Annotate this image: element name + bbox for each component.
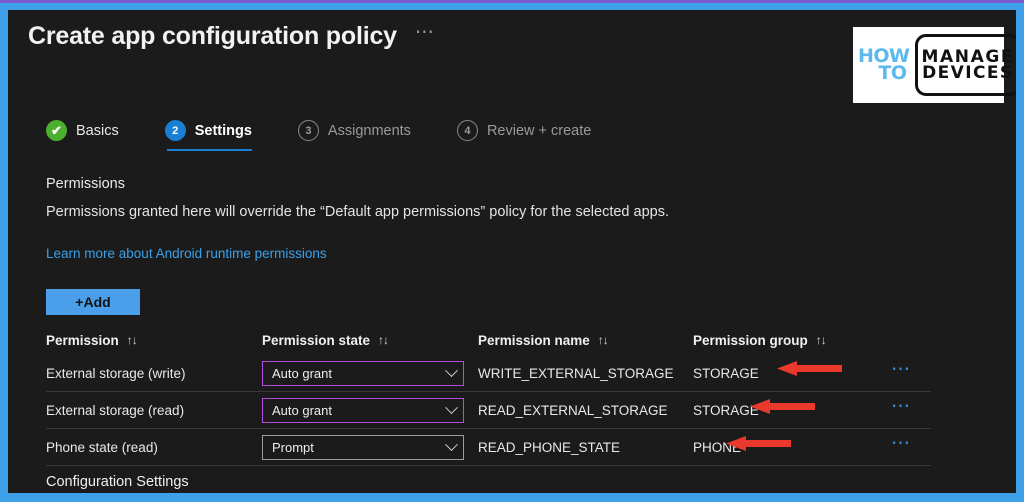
- permissions-heading: Permissions: [46, 176, 125, 192]
- table-row: External storage (write) Auto grant WRIT…: [46, 355, 931, 392]
- tab-settings[interactable]: 2 Settings: [141, 120, 274, 151]
- configuration-settings-heading: Configuration Settings: [46, 474, 189, 490]
- permission-state-value: Auto grant: [272, 402, 332, 418]
- cell-permission: External storage (read): [46, 402, 185, 418]
- sort-icon: ↑↓: [815, 333, 827, 347]
- permission-state-value: Auto grant: [272, 365, 332, 381]
- table-header-row: Permission ↑↓ Permission state ↑↓ Permis…: [46, 325, 931, 355]
- permission-state-select[interactable]: Prompt: [262, 434, 464, 460]
- add-button[interactable]: +Add: [46, 289, 140, 315]
- column-header-permission-label: Permission: [46, 332, 119, 348]
- logo-line-to: TO: [878, 62, 907, 84]
- logo-howto-text: HOW TO: [858, 46, 910, 84]
- step-number-2-icon: 2: [164, 120, 186, 141]
- active-tab-underline: [166, 149, 252, 151]
- permissions-description: Permissions granted here will override t…: [46, 204, 669, 220]
- tab-basics-label: Basics: [76, 122, 119, 139]
- page-frame: Create app configuration policy ⋯ HOW TO…: [0, 0, 1024, 502]
- ellipsis-horizontal-icon[interactable]: ⋯: [415, 23, 436, 45]
- cell-permission-group: PHONE: [693, 439, 742, 455]
- row-ellipsis-horizontal-icon[interactable]: ⋯: [891, 434, 912, 455]
- permission-state-value: Prompt: [272, 439, 314, 455]
- brand-logo: HOW TO MANAGE DEVICES: [853, 27, 1016, 103]
- step-number-3-icon: 3: [297, 120, 319, 141]
- wizard-steps: ✔ Basics 2 Settings 3 Assignments 4 Revi…: [46, 120, 613, 151]
- sort-icon: ↑↓: [597, 333, 609, 347]
- column-header-permission-state[interactable]: Permission state ↑↓: [262, 333, 478, 348]
- permissions-table: Permission ↑↓ Permission state ↑↓ Permis…: [46, 325, 931, 466]
- tab-basics[interactable]: ✔ Basics: [46, 120, 141, 151]
- page-title: Create app configuration policy: [28, 22, 397, 50]
- tab-review-create-label: Review + create: [486, 122, 592, 139]
- column-header-permission-group-label: Permission group: [693, 332, 808, 348]
- logo-phone-outline: MANAGE DEVICES: [914, 34, 1016, 96]
- chevron-down-icon: [445, 363, 458, 377]
- cell-permission-state: Auto grant: [262, 397, 478, 423]
- column-header-permission-state-label: Permission state: [262, 332, 371, 348]
- cell-actions: ⋯: [868, 434, 931, 455]
- sort-icon: ↑↓: [126, 333, 138, 347]
- cell-permission: Phone state (read): [46, 439, 158, 455]
- cell-permission-name: WRITE_EXTERNAL_STORAGE: [478, 365, 674, 381]
- row-ellipsis-horizontal-icon[interactable]: ⋯: [891, 397, 912, 418]
- cell-permission-state: Prompt: [262, 434, 478, 460]
- cell-actions: ⋯: [868, 360, 931, 381]
- cell-permission-name: READ_PHONE_STATE: [478, 439, 621, 455]
- cell-actions: ⋯: [868, 397, 931, 418]
- titlebar: Create app configuration policy ⋯: [28, 22, 435, 51]
- chevron-down-icon: [445, 400, 458, 414]
- table-row: Phone state (read) Prompt READ_PHONE_STA…: [46, 429, 931, 466]
- app-surface: Create app configuration policy ⋯ HOW TO…: [8, 10, 1016, 493]
- row-ellipsis-horizontal-icon[interactable]: ⋯: [891, 360, 912, 381]
- column-header-permission-name[interactable]: Permission name ↑↓: [478, 333, 693, 348]
- check-icon: ✔: [46, 120, 67, 141]
- column-header-permission-name-label: Permission name: [478, 332, 590, 348]
- learn-more-link[interactable]: Learn more about Android runtime permiss…: [46, 246, 327, 261]
- logo-line-devices: DEVICES: [922, 63, 1014, 83]
- cell-permission-state: Auto grant: [262, 360, 478, 386]
- tab-assignments-label: Assignments: [327, 122, 411, 139]
- tab-review-create[interactable]: 4 Review + create: [433, 120, 613, 151]
- sort-icon: ↑↓: [378, 333, 389, 347]
- chevron-down-icon: [445, 437, 458, 451]
- tab-assignments[interactable]: 3 Assignments: [274, 120, 433, 151]
- column-header-permission-group[interactable]: Permission group ↑↓: [693, 333, 868, 348]
- permission-state-select[interactable]: Auto grant: [262, 397, 464, 423]
- column-header-permission[interactable]: Permission ↑↓: [46, 333, 262, 348]
- cell-permission-name: READ_EXTERNAL_STORAGE: [478, 402, 668, 418]
- cell-permission: External storage (write): [46, 365, 186, 381]
- permission-state-select[interactable]: Auto grant: [262, 360, 464, 386]
- cell-permission-group: STORAGE: [693, 402, 759, 418]
- cell-permission-group: STORAGE: [693, 365, 759, 381]
- table-row: External storage (read) Auto grant READ_…: [46, 392, 931, 429]
- step-number-4-icon: 4: [456, 120, 478, 141]
- tab-settings-label: Settings: [194, 122, 252, 139]
